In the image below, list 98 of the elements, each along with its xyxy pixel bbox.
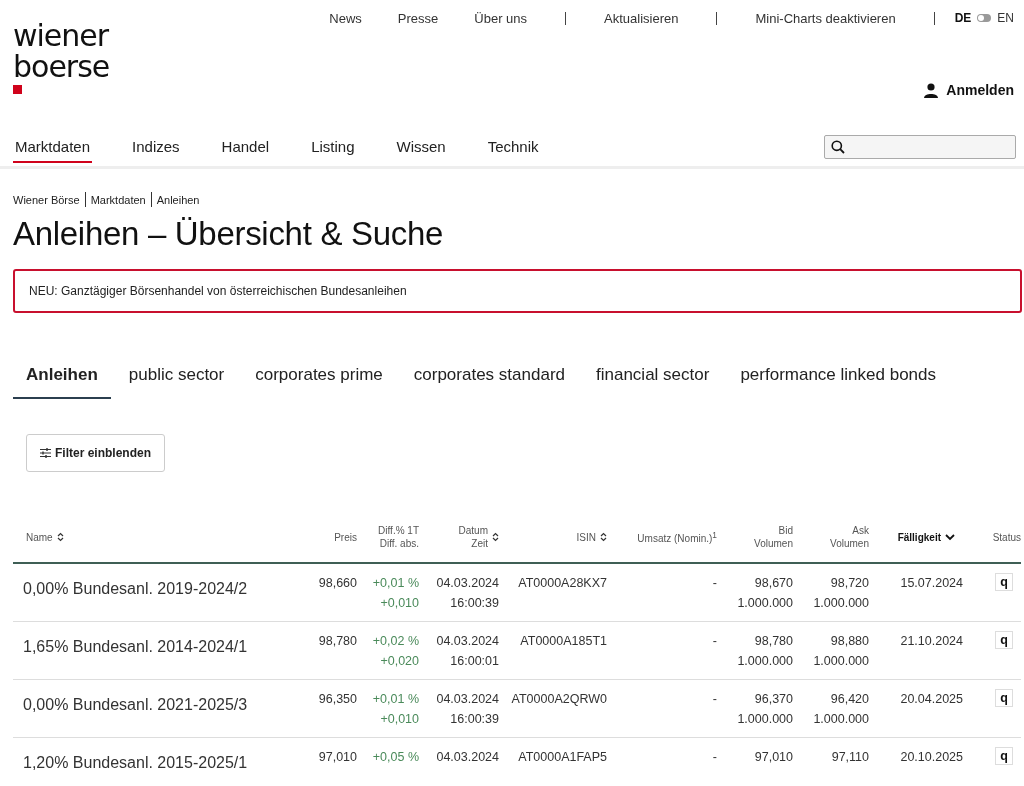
isin-cell-text: AT0000A1FAP5 [517,749,607,766]
isin-cell-text: AT0000A2QRW0 [510,691,607,708]
column-header[interactable]: Status [992,530,1021,544]
nav-tab[interactable]: Marktdaten [13,131,93,163]
notice-banner[interactable]: NEU: Ganztägiger Börsenhandel von österreichischen Bundesanleihen [13,269,1022,313]
category-tab[interactable]: corporates prime [242,357,396,399]
status-badge: q [995,573,1013,591]
category-tab[interactable]: performance linked bonds [727,357,949,399]
bid-volume-cell-text: 1.000.000 [736,595,793,612]
price-cell-text: 98,780 [317,633,357,650]
time-cell-text: 16:00:39 [449,595,499,612]
wiener-boerse-logo[interactable]: wiener boerse [13,0,128,128]
maturity-cell-text: 15.07.2024 [899,575,963,592]
column-header[interactable]: Preis [334,530,357,544]
ask-cell-text: 96,420 [829,691,869,708]
breadcrumb-link[interactable]: Wiener Börse [13,193,80,206]
column-header[interactable]: Umsatz (Nomin.)$^{1}$ [637,528,717,546]
ask-volume-cell-text: 1.000.000 [812,711,869,728]
date-cell-text: 04.03.2024 [435,633,499,650]
status-badge: q [995,631,1013,649]
sliders-icon [40,448,51,458]
top-link[interactable]: Aktualisieren [604,10,679,26]
ask-cell-text: 97,110 [830,749,869,766]
nav-tab[interactable]: Wissen [394,131,448,163]
ask-volume-cell-text: 1.000.000 [812,595,869,612]
change-percent-cell-text: +0,01 % [371,575,419,592]
bid-cell-text: 98,780 [753,633,793,650]
price-cell-text: 96,350 [317,691,357,708]
category-tab[interactable]: Anleihen [13,357,111,399]
login-link[interactable]: Anmelden [924,82,1014,98]
column-header[interactable]: ISIN [576,530,607,544]
nav-tab[interactable]: Handel [219,131,272,163]
change-percent-cell-text: +0,02 % [371,633,419,650]
status-badge: q [995,747,1013,765]
bid-cell-text: 96,370 [753,691,793,708]
page-title: Anleihen – Übersicht & Suche [13,215,445,253]
top-link[interactable]: Mini-Charts deaktivieren [755,10,896,26]
isin-cell-text: AT0000A28KX7 [517,575,607,592]
bid-cell-text: 97,010 [753,749,793,766]
bond-name-link[interactable]: 0,00% Bundesanl. 2019-2024/2 [23,580,248,597]
turnover-cell-text: - [711,749,717,766]
category-tab[interactable]: corporates standard [400,357,578,399]
column-header[interactable]: Fälligkeit [897,530,963,544]
nav-tab[interactable]: Indizes [130,131,182,163]
bond-name-link[interactable]: 1,20% Bundesanl. 2015-2025/1 [23,754,248,771]
ask-cell-text: 98,720 [829,575,869,592]
bond-name-link[interactable]: 0,00% Bundesanl. 2021-2025/3 [23,696,248,713]
sort-icon [56,532,64,542]
date-cell-text: 04.03.2024 [435,749,499,766]
change-absolute-cell-text: +0,010 [379,595,419,612]
bid-cell-text: 98,670 [753,575,793,592]
sort-icon [600,532,607,542]
search-icon [831,140,845,154]
maturity-cell-text: 20.04.2025 [899,691,963,708]
change-absolute-cell-text: +0,010 [379,711,419,728]
turnover-cell-text: - [711,575,717,592]
price-cell-text: 97,010 [317,749,357,766]
sort-icon [492,532,499,542]
top-link[interactable]: Presse [397,10,439,26]
breadcrumb-link[interactable]: Anleihen [156,193,200,206]
top-link[interactable]: News [329,10,362,26]
time-cell-text: 16:00:01 [449,653,499,670]
bid-volume-cell-text: 1.000.000 [736,653,793,670]
ask-cell-text: 98,880 [829,633,869,650]
category-tab[interactable]: public sector [115,357,238,399]
language-link[interactable]: DE [954,11,972,25]
date-cell-text: 04.03.2024 [435,691,499,708]
ask-volume-cell-text: 1.000.000 [812,653,869,670]
isin-cell-text: AT0000A185T1 [519,633,607,650]
breadcrumb-link[interactable]: Marktdaten [90,193,146,206]
column-header[interactable]: Diff.% 1T Diff. abs. [378,524,419,550]
bond-name-link[interactable]: 1,65% Bundesanl. 2014-2024/1 [23,638,248,655]
time-cell-text: 16:00:39 [449,711,499,728]
change-absolute-cell-text: +0,020 [379,653,419,670]
nav-tab[interactable]: Technik [485,131,541,163]
bid-volume-cell-text: 1.000.000 [736,711,793,728]
language-toggle[interactable] [977,14,992,22]
search-field[interactable] [824,135,1016,159]
price-cell-text: 98,660 [317,575,357,592]
column-header[interactable]: Datum Zeit [458,524,499,550]
status-badge: q [995,689,1013,707]
category-tab[interactable]: financial sector [583,357,723,399]
column-header[interactable]: Bid Volumen [754,524,793,550]
language-link[interactable]: EN [997,11,1014,25]
column-header[interactable]: Name [26,530,64,544]
chevron-down-icon [945,533,955,541]
top-link[interactable]: Über uns [474,10,528,26]
column-header[interactable]: Ask Volumen [830,524,869,550]
nav-tab[interactable]: Listing [309,131,357,163]
filter-button[interactable]: Filter einblenden [26,434,165,472]
user-icon [924,82,939,98]
turnover-cell-text: - [711,633,717,650]
turnover-cell-text: - [711,691,717,708]
change-percent-cell-text: +0,01 % [371,691,419,708]
maturity-cell-text: 20.10.2025 [899,749,963,766]
date-cell-text: 04.03.2024 [435,575,499,592]
change-percent-cell-text: +0,05 % [371,749,419,766]
maturity-cell-text: 21.10.2024 [899,633,963,650]
